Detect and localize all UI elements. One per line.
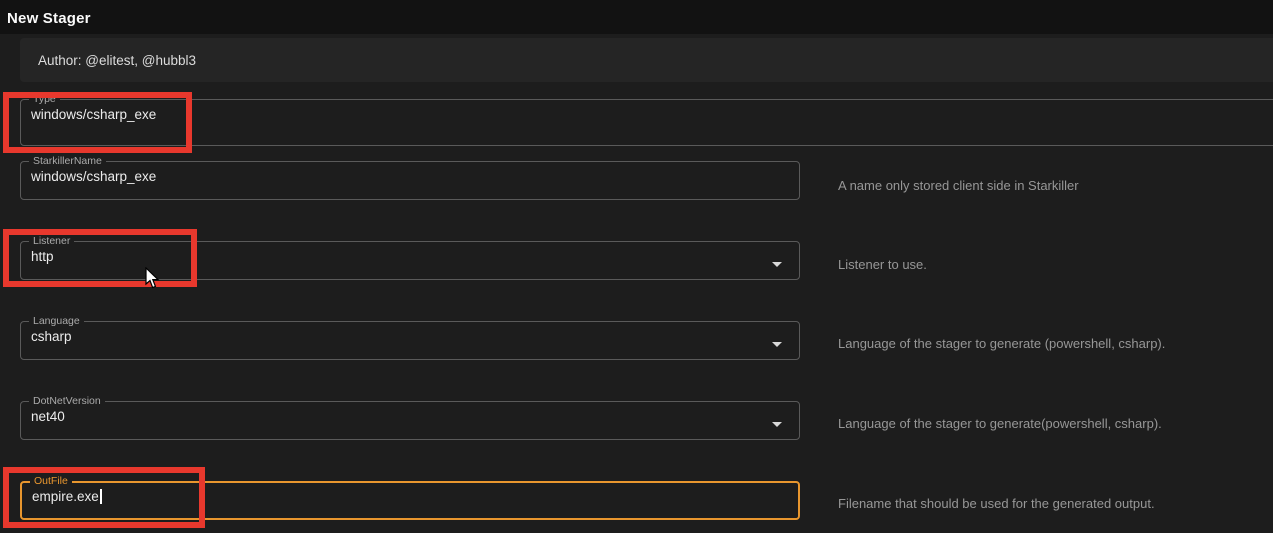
type-field[interactable]: Type windows/csharp_exe: [20, 94, 1273, 146]
outfile-help-text: Filename that should be used for the gen…: [838, 496, 1155, 511]
page-title: New Stager: [7, 10, 91, 27]
listener-select[interactable]: Listener http: [20, 236, 800, 280]
outfile-field-label: OutFile: [30, 476, 72, 487]
chevron-down-icon[interactable]: [772, 262, 782, 267]
starkillername-field[interactable]: StarkillerName windows/csharp_exe: [20, 156, 800, 200]
language-select-label: Language: [29, 316, 84, 327]
title-bar: New Stager: [0, 0, 1273, 34]
author-text: Author: @elitest, @hubbl3: [38, 53, 196, 68]
language-help-text: Language of the stager to generate (powe…: [838, 336, 1165, 351]
language-select-value: csharp: [21, 327, 799, 344]
chevron-down-icon[interactable]: [772, 342, 782, 347]
chevron-down-icon[interactable]: [772, 422, 782, 427]
dotnetversion-select-label: DotNetVersion: [29, 396, 105, 407]
text-cursor: [100, 489, 102, 504]
listener-help-text: Listener to use.: [838, 257, 927, 272]
dotnetversion-select-value: net40: [21, 407, 799, 424]
starkillername-field-label: StarkillerName: [29, 156, 106, 167]
listener-select-label: Listener: [29, 236, 74, 247]
starkillername-field-value: windows/csharp_exe: [21, 167, 799, 184]
dotnetversion-help-text: Language of the stager to generate(power…: [838, 416, 1162, 431]
outfile-field-value: empire.exe: [22, 487, 798, 504]
dotnetversion-select[interactable]: DotNetVersion net40: [20, 396, 800, 440]
author-card: Author: @elitest, @hubbl3: [20, 38, 1273, 82]
starkillername-help-text: A name only stored client side in Starki…: [838, 178, 1079, 193]
outfile-field[interactable]: OutFile empire.exe: [20, 476, 800, 520]
language-select[interactable]: Language csharp: [20, 316, 800, 360]
new-stager-screen: New Stager Author: @elitest, @hubbl3 Typ…: [0, 0, 1273, 533]
type-field-value: windows/csharp_exe: [21, 105, 1273, 122]
type-field-label: Type: [29, 94, 60, 105]
listener-select-value: http: [21, 247, 799, 264]
